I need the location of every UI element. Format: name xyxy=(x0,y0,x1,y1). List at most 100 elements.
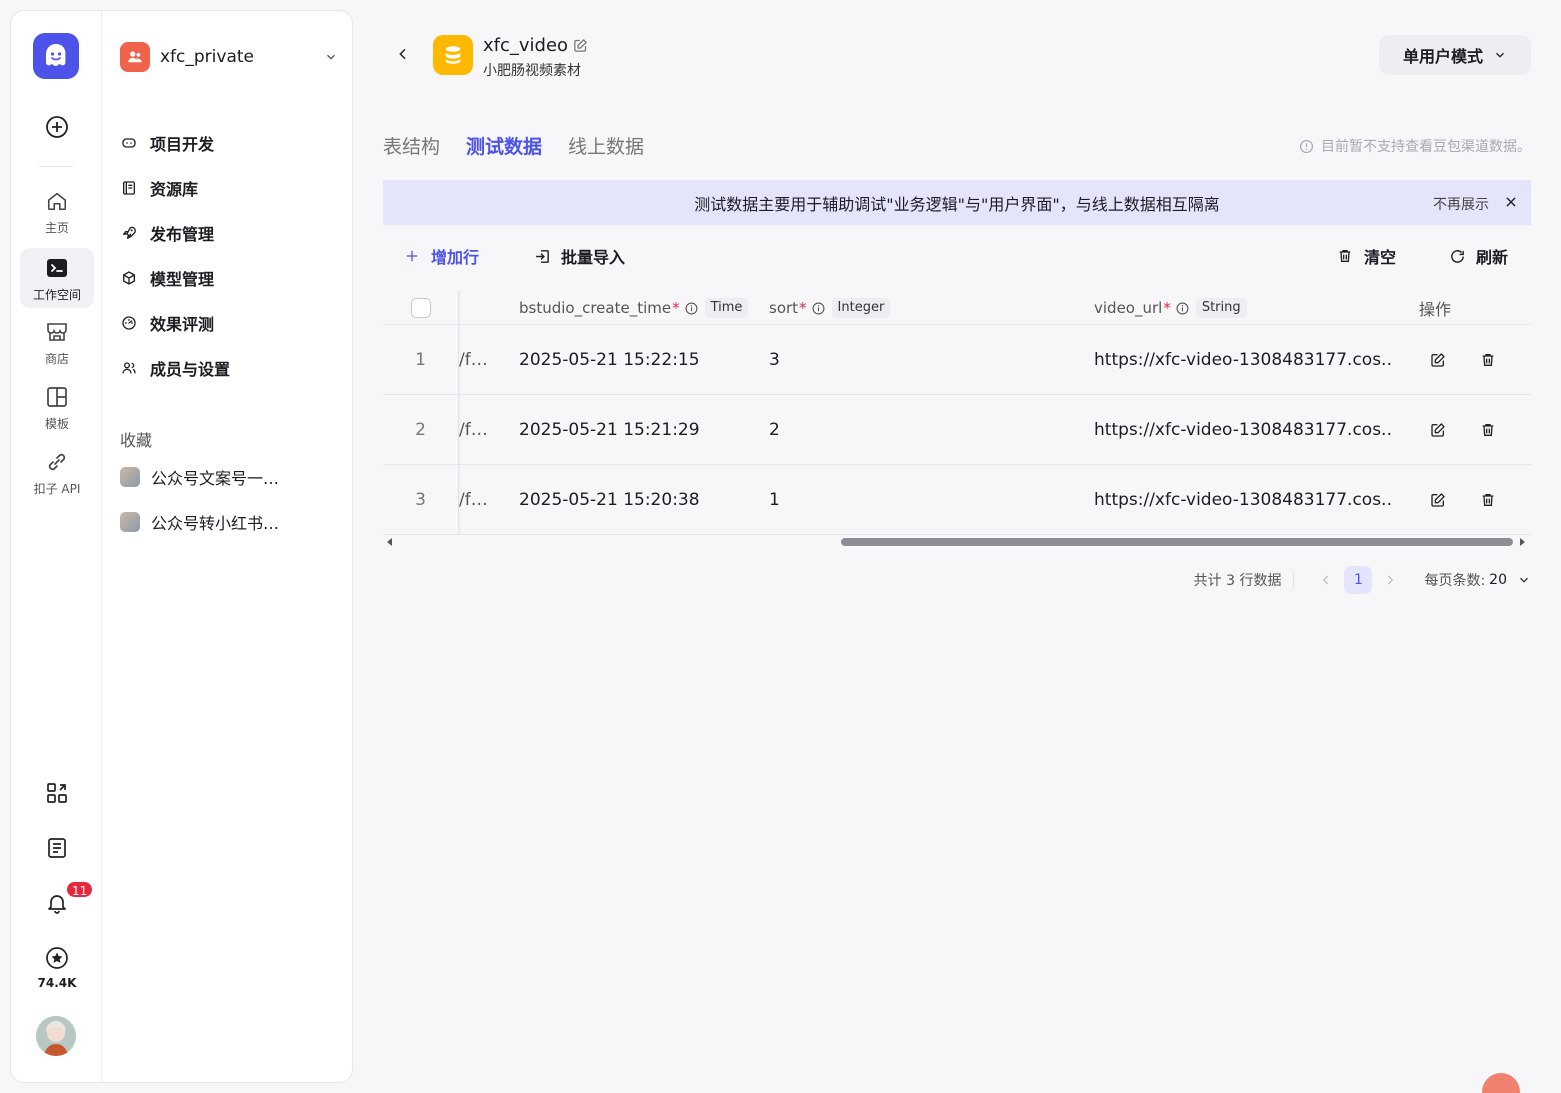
nav-item-models[interactable]: 模型管理 xyxy=(120,263,214,293)
notice: 目前暂不支持查看豆包渠道数据。 xyxy=(1299,136,1531,156)
delete-icon[interactable] xyxy=(1478,490,1498,510)
delete-icon[interactable] xyxy=(1478,350,1498,370)
cell-truncated: /f… xyxy=(459,490,488,510)
nav-item-publish[interactable]: 发布管理 xyxy=(120,218,214,248)
info-icon[interactable] xyxy=(685,302,698,315)
create-button[interactable] xyxy=(20,115,94,139)
cell-sort[interactable]: 2 xyxy=(769,395,780,465)
cell-sort[interactable]: 1 xyxy=(769,465,780,535)
rail-divider xyxy=(39,166,73,167)
rail-item-api[interactable]: 扣子 API xyxy=(20,450,94,510)
rail-item-label: 扣子 API xyxy=(33,482,81,496)
favorite-label: 公众号文案号一… xyxy=(151,469,280,488)
edit-icon[interactable] xyxy=(1428,420,1448,440)
info-icon[interactable] xyxy=(1176,302,1189,315)
add-row-button[interactable]: 增加行 xyxy=(403,243,479,269)
total-rows: 共计 3 行数据 xyxy=(1194,570,1295,590)
notice-text: 目前暂不支持查看豆包渠道数据。 xyxy=(1321,139,1531,155)
select-all-checkbox[interactable] xyxy=(411,298,431,318)
rail-item-label: 主页 xyxy=(44,221,69,235)
space-selector[interactable]: xfc_private xyxy=(120,41,338,73)
column-header[interactable]: video_url * String xyxy=(1094,297,1247,319)
edit-icon[interactable] xyxy=(1428,490,1448,510)
app-logo[interactable] xyxy=(33,33,79,79)
back-button[interactable] xyxy=(391,42,415,66)
nav-item-projects[interactable]: 项目开发 xyxy=(120,128,214,158)
favorite-item[interactable]: 公众号文案号一… xyxy=(120,464,279,490)
favorite-item[interactable]: 公众号转小红书… xyxy=(120,509,279,535)
nav-item-library[interactable]: 资源库 xyxy=(120,173,198,203)
left-shell: 主页 工作空间 商店 模板 扣子 API 11 74.4K xfc_privat… xyxy=(10,10,353,1083)
scroll-left-icon[interactable] xyxy=(387,538,392,546)
docs-button[interactable] xyxy=(20,836,94,860)
nav-item-members[interactable]: 成员与设置 xyxy=(120,353,230,383)
user-avatar[interactable] xyxy=(36,1016,76,1056)
rail-item-workspace[interactable]: 工作空间 xyxy=(20,248,94,308)
cell-video-url[interactable]: https://xfc-video-1308483177.cos.… xyxy=(1094,465,1394,535)
rocket-icon xyxy=(120,224,138,242)
rail-item-label: 商店 xyxy=(44,352,69,366)
rail-item-store[interactable]: 商店 xyxy=(20,320,94,380)
edit-icon[interactable] xyxy=(1428,350,1448,370)
type-tag: Time xyxy=(704,298,749,318)
table-row[interactable]: 1 /f… 2025-05-21 15:22:15 3 https://xfc-… xyxy=(383,325,1531,395)
rail-item-template[interactable]: 模板 xyxy=(20,385,94,445)
column-header[interactable]: bstudio_create_time * Time xyxy=(519,297,749,319)
bell-icon xyxy=(45,891,69,915)
store-icon xyxy=(45,320,69,344)
document-icon xyxy=(45,836,69,860)
cell-video-url[interactable]: https://xfc-video-1308483177.cos.… xyxy=(1094,395,1394,465)
chevron-left-icon xyxy=(399,48,406,60)
nav-item-evaluation[interactable]: 效果评测 xyxy=(120,308,214,338)
template-icon xyxy=(45,385,69,409)
nav-item-label: 资源库 xyxy=(150,180,199,199)
clear-button[interactable]: 清空 xyxy=(1336,243,1396,269)
apps-button[interactable] xyxy=(20,781,94,805)
star-circle-icon xyxy=(45,946,69,970)
tab-online-data[interactable]: 线上数据 xyxy=(568,132,644,159)
rail-item-label: 工作空间 xyxy=(32,288,81,302)
row-index: 3 xyxy=(415,490,426,510)
required-mark: * xyxy=(1163,299,1171,317)
edit-icon[interactable] xyxy=(573,38,588,53)
batch-import-button[interactable]: 批量导入 xyxy=(533,243,625,269)
prev-page-button[interactable] xyxy=(1316,570,1336,590)
frozen-column-divider xyxy=(458,290,459,535)
required-mark: * xyxy=(799,299,807,317)
column-header[interactable]: sort * Integer xyxy=(769,297,891,319)
refresh-label: 刷新 xyxy=(1476,248,1509,267)
cell-sort[interactable]: 3 xyxy=(769,325,780,395)
page-size-select[interactable]: 每页条数: 20 xyxy=(1424,570,1531,590)
terminal-icon xyxy=(45,256,69,280)
cell-create-time[interactable]: 2025-05-21 15:22:15 xyxy=(519,325,700,395)
rail-item-home[interactable]: 主页 xyxy=(20,189,94,249)
table-row[interactable]: 2 /f… 2025-05-21 15:21:29 2 https://xfc-… xyxy=(383,395,1531,465)
scroll-right-icon[interactable] xyxy=(1520,538,1525,546)
page-number[interactable]: 1 xyxy=(1344,566,1373,594)
favorite-label: 公众号转小红书… xyxy=(151,514,280,533)
github-stars-button[interactable]: 74.4K xyxy=(20,946,94,990)
cell-create-time[interactable]: 2025-05-21 15:21:29 xyxy=(519,395,700,465)
cell-create-time[interactable]: 2025-05-21 15:20:38 xyxy=(519,465,700,535)
refresh-button[interactable]: 刷新 xyxy=(1448,243,1508,269)
close-icon[interactable] xyxy=(1501,192,1521,212)
horizontal-scrollbar[interactable] xyxy=(383,536,1531,548)
database-name: xfc_video xyxy=(483,35,569,56)
info-icon[interactable] xyxy=(812,302,825,315)
banner-hide-link[interactable]: 不再展示 xyxy=(1433,194,1489,214)
scrollbar-thumb[interactable] xyxy=(841,538,1513,546)
gauge-icon xyxy=(120,314,138,332)
tab-test-data[interactable]: 测试数据 xyxy=(466,132,542,159)
info-icon xyxy=(1299,139,1314,153)
table-row[interactable]: 3 /f… 2025-05-21 15:20:38 1 https://xfc-… xyxy=(383,465,1531,535)
cell-video-url[interactable]: https://xfc-video-1308483177.cos.… xyxy=(1094,325,1394,395)
notification-badge: 11 xyxy=(65,880,95,899)
cell-truncated: /f… xyxy=(459,350,488,370)
favorite-thumbnail xyxy=(120,512,140,532)
next-page-button[interactable] xyxy=(1380,570,1400,590)
delete-icon[interactable] xyxy=(1478,420,1498,440)
rail-item-label: 模板 xyxy=(44,417,69,431)
batch-import-label: 批量导入 xyxy=(561,248,626,267)
tab-schema[interactable]: 表结构 xyxy=(383,132,440,159)
mode-select[interactable]: 单用户模式 xyxy=(1379,35,1531,75)
